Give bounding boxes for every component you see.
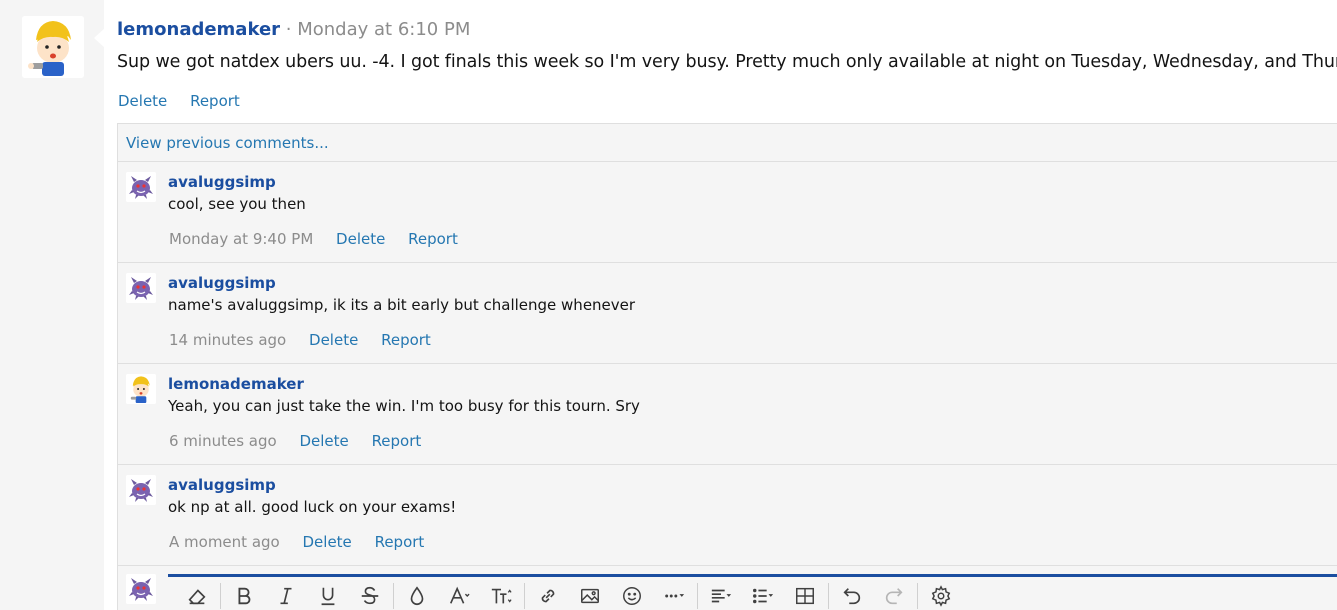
post-separator: · [285,19,292,40]
post-author[interactable]: lemonademaker [117,19,280,40]
smilie-icon[interactable] [611,578,653,610]
comment-delete-link[interactable]: Delete [299,432,348,450]
italic-icon[interactable] [265,578,307,610]
comment-text: name's avaluggsimp, ik its a bit early b… [168,296,636,314]
comment-delete-link[interactable]: Delete [303,533,352,551]
post-header: lemonademaker · Monday at 6:10 PM [117,19,470,40]
font-family-icon[interactable] [480,578,522,610]
comment-delete-link[interactable]: Delete [336,230,385,248]
avaluggsimp-avatar[interactable] [126,475,156,505]
comment-report-link[interactable]: Report [408,230,458,248]
editor-toolbar [168,574,1337,610]
text-color-icon[interactable] [396,578,438,610]
eraser-icon[interactable] [176,578,218,610]
comment-author[interactable]: lemonademaker [168,375,304,393]
table-icon[interactable] [784,578,826,610]
settings-icon[interactable] [920,578,962,610]
comment-time[interactable]: 14 minutes ago [169,331,286,349]
lemonademaker-avatar[interactable] [22,16,84,78]
more-icon[interactable] [653,578,695,610]
comment: avaluggsimp ok np at all. good luck on y… [118,465,1337,566]
comment-time[interactable]: A moment ago [169,533,280,551]
comment-meta: A moment ago Delete Report [169,533,442,551]
post-time[interactable]: Monday at 6:10 PM [297,19,470,40]
avaluggsimp-avatar[interactable] [126,172,156,202]
redo-icon[interactable] [873,578,915,610]
comment-text: cool, see you then [168,195,306,213]
toolbar-separator [917,582,918,609]
post-report-link[interactable]: Report [190,92,240,110]
reply-editor-row [118,566,1337,610]
align-icon[interactable] [700,578,742,610]
list-icon[interactable] [742,578,784,610]
avaluggsimp-avatar[interactable] [126,273,156,303]
toolbar-separator [524,582,525,609]
font-size-icon[interactable] [438,578,480,610]
strikethrough-icon[interactable] [349,578,391,610]
comment-report-link[interactable]: Report [375,533,425,551]
bold-icon[interactable] [223,578,265,610]
comment: avaluggsimp name's avaluggsimp, ik its a… [118,263,1337,364]
comment-author[interactable]: avaluggsimp [168,173,276,191]
comment-text: Yeah, you can just take the win. I'm too… [168,397,640,415]
comments-section: View previous comments... avaluggsimp co… [117,123,1337,610]
comment-report-link[interactable]: Report [381,331,431,349]
comment: avaluggsimp cool, see you then Monday at… [118,162,1337,263]
toolbar-separator [393,582,394,609]
profile-post: lemonademaker · Monday at 6:10 PM Sup we… [104,0,1337,610]
comment-meta: Monday at 9:40 PM Delete Report [169,230,476,248]
lemonademaker-avatar[interactable] [126,374,156,404]
underline-icon[interactable] [307,578,349,610]
view-previous-comments-link[interactable]: View previous comments... [118,124,1337,162]
comment-report-link[interactable]: Report [372,432,422,450]
current-user-avatar [126,574,156,604]
comment-time[interactable]: Monday at 9:40 PM [169,230,313,248]
comment-delete-link[interactable]: Delete [309,331,358,349]
comment-meta: 14 minutes ago Delete Report [169,331,449,349]
comment-time[interactable]: 6 minutes ago [169,432,277,450]
comment-author[interactable]: avaluggsimp [168,476,276,494]
comment-meta: 6 minutes ago Delete Report [169,432,439,450]
post-avatar-column [0,0,105,610]
toolbar-separator [828,582,829,609]
link-icon[interactable] [527,578,569,610]
post-delete-link[interactable]: Delete [118,92,167,110]
image-icon[interactable] [569,578,611,610]
toolbar-separator [697,582,698,609]
comment-text: ok np at all. good luck on your exams! [168,498,457,516]
toolbar-separator [220,582,221,609]
undo-icon[interactable] [831,578,873,610]
comment-author[interactable]: avaluggsimp [168,274,276,292]
comment: lemonademaker Yeah, you can just take th… [118,364,1337,465]
post-actions: Delete Report [118,92,258,110]
post-body: Sup we got natdex ubers uu. -4. I got fi… [117,52,1337,72]
